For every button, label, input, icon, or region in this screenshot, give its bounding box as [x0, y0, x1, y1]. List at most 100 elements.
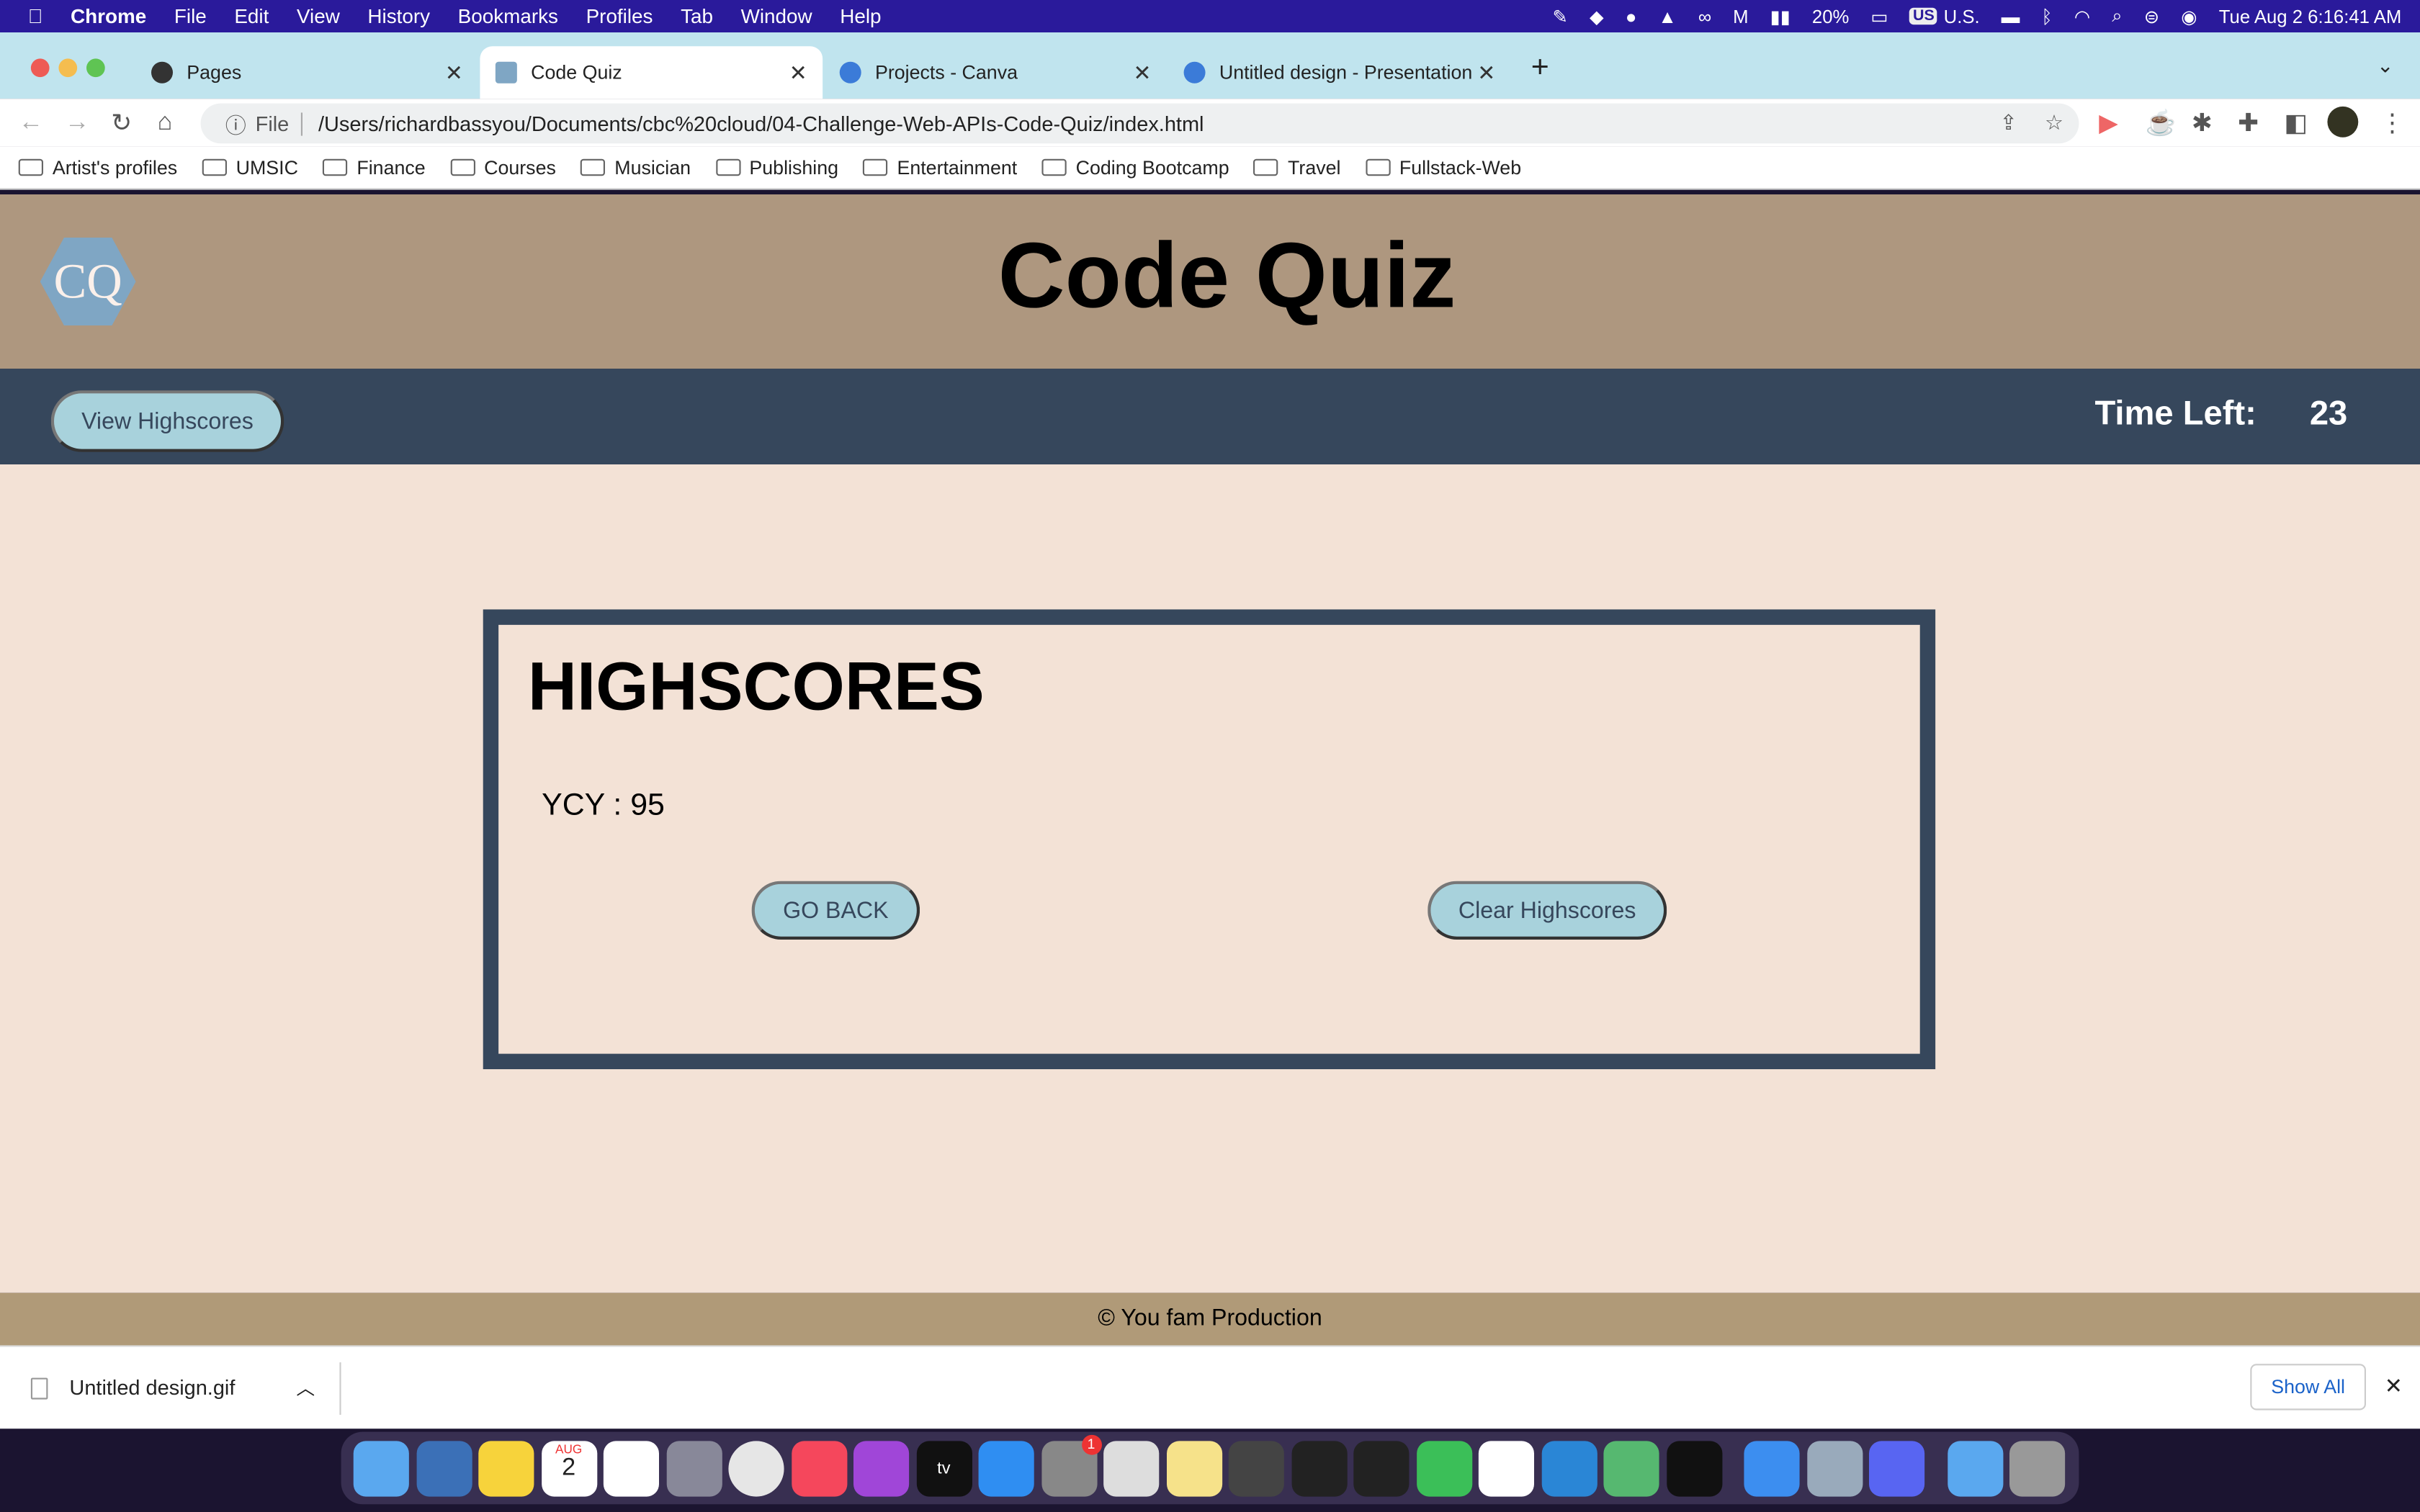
- menu-view[interactable]: View: [297, 4, 340, 27]
- address-bar[interactable]: ⓘ File /Users/richardbassyou/Documents/c…: [200, 103, 2079, 144]
- safari-icon[interactable]: [1744, 1440, 1800, 1496]
- close-tab-icon[interactable]: ✕: [789, 60, 807, 86]
- info-icon[interactable]: ⓘ: [225, 108, 246, 139]
- tab-untitled-design[interactable]: Untitled design - Presentation ✕: [1168, 46, 1511, 99]
- terminal-icon[interactable]: [1666, 1440, 1722, 1496]
- minimize-window-button[interactable]: [58, 58, 78, 78]
- close-tab-icon[interactable]: ✕: [1477, 60, 1495, 86]
- siri-icon[interactable]: ◉: [2181, 6, 2197, 27]
- menu-profiles[interactable]: Profiles: [586, 4, 653, 27]
- profile-avatar[interactable]: [2327, 106, 2359, 138]
- native-instruments-icon[interactable]: [416, 1440, 472, 1496]
- zoom-window-button[interactable]: [86, 58, 105, 78]
- calendar-icon[interactable]: AUG 2: [541, 1440, 597, 1496]
- bookmark-folder[interactable]: Publishing: [715, 157, 838, 178]
- vscode-icon[interactable]: [1541, 1440, 1597, 1496]
- wifi-icon[interactable]: ◠: [2074, 6, 2090, 27]
- ua-console-icon[interactable]: [1291, 1440, 1347, 1496]
- notes-icon[interactable]: [1165, 1440, 1222, 1496]
- extension-icon[interactable]: ☕: [2146, 107, 2177, 138]
- kakaotalk-icon[interactable]: [478, 1440, 534, 1496]
- app-store-icon[interactable]: [978, 1440, 1034, 1496]
- status-icon[interactable]: ✎: [1552, 6, 1568, 27]
- bookmark-folder[interactable]: UMSIC: [202, 157, 298, 178]
- download-options-chevron-icon[interactable]: ︿: [296, 1374, 315, 1400]
- music-icon[interactable]: [791, 1440, 847, 1496]
- download-filename[interactable]: Untitled design.gif: [69, 1376, 235, 1399]
- bookmark-folder[interactable]: Travel: [1253, 157, 1340, 178]
- mk-icon[interactable]: ●: [1626, 6, 1637, 27]
- tab-canva-projects[interactable]: Projects - Canva ✕: [824, 46, 1167, 99]
- bookmark-folder[interactable]: Coding Bootcamp: [1041, 157, 1229, 178]
- menu-app-chrome[interactable]: Chrome: [71, 4, 146, 27]
- blocked-app-icon[interactable]: [1103, 1440, 1160, 1496]
- facetime-icon[interactable]: [1416, 1440, 1472, 1496]
- bookmark-star-icon[interactable]: ☆: [2045, 111, 2063, 135]
- new-tab-button[interactable]: +: [1531, 51, 1549, 86]
- menu-edit[interactable]: Edit: [234, 4, 269, 27]
- puzzle-icon[interactable]: ✚: [2238, 107, 2259, 138]
- bookmark-folder[interactable]: Musician: [581, 157, 691, 178]
- ua-icon[interactable]: ◆: [1590, 6, 1604, 27]
- clock[interactable]: Tue Aug 2 6:16:41 AM: [2219, 6, 2402, 27]
- chrome-icon[interactable]: [728, 1440, 784, 1496]
- go-back-button[interactable]: GO BACK: [751, 881, 920, 940]
- close-shelf-icon[interactable]: ✕: [2385, 1373, 2403, 1399]
- music-notation-icon[interactable]: [1228, 1440, 1284, 1496]
- bookmark-folder[interactable]: Finance: [323, 157, 426, 178]
- reminders-icon[interactable]: [603, 1440, 659, 1496]
- finder-icon[interactable]: [353, 1440, 409, 1496]
- close-tab-icon[interactable]: ✕: [1133, 60, 1151, 86]
- malwarebytes-icon[interactable]: M: [1733, 6, 1748, 27]
- side-panel-icon[interactable]: ◧: [2284, 107, 2307, 138]
- battery-percent[interactable]: 20%: [1812, 6, 1849, 27]
- bookmark-folder[interactable]: Artist's profiles: [18, 157, 177, 178]
- search-icon[interactable]: ⌕: [2112, 4, 2122, 27]
- extension-icon[interactable]: ▶: [2099, 107, 2118, 138]
- downloads-folder-icon[interactable]: [1947, 1440, 2003, 1496]
- share-icon[interactable]: ⇪: [1999, 111, 2017, 135]
- back-icon[interactable]: ←: [19, 109, 43, 137]
- menu-file[interactable]: File: [174, 4, 207, 27]
- apple-icon[interactable]: : [28, 4, 43, 27]
- tab-code-quiz[interactable]: Code Quiz ✕: [480, 46, 823, 99]
- url-text[interactable]: /Users/richardbassyou/Documents/cbc%20cl…: [318, 112, 1204, 135]
- atom-icon[interactable]: [1603, 1440, 1659, 1496]
- ua-connect-icon[interactable]: [1353, 1440, 1410, 1496]
- extension-icon[interactable]: ✱: [2192, 107, 2213, 138]
- battery-icon[interactable]: ▭: [1870, 6, 1888, 27]
- discord-icon[interactable]: [1869, 1440, 1925, 1496]
- tab-pages[interactable]: Pages ✕: [136, 46, 479, 99]
- podcasts-icon[interactable]: [853, 1440, 910, 1496]
- trash-icon[interactable]: [2009, 1440, 2066, 1496]
- dvd-player-icon[interactable]: [666, 1440, 722, 1496]
- apple-tv-icon[interactable]: tv: [915, 1440, 972, 1496]
- slack-icon[interactable]: [1478, 1440, 1534, 1496]
- bookmark-folder[interactable]: Entertainment: [863, 157, 1017, 178]
- forward-icon[interactable]: →: [65, 109, 89, 137]
- menu-history[interactable]: History: [367, 4, 430, 27]
- clear-highscores-button[interactable]: Clear Highscores: [1428, 881, 1667, 940]
- preview-icon[interactable]: [1806, 1440, 1863, 1496]
- layout-icon[interactable]: ▮▮: [1770, 6, 1791, 27]
- menu-kebab-icon[interactable]: ⋮: [2380, 107, 2404, 138]
- reload-icon[interactable]: ↻: [111, 107, 132, 138]
- close-tab-icon[interactable]: ✕: [445, 60, 463, 86]
- show-all-button[interactable]: Show All: [2250, 1364, 2366, 1410]
- close-window-button[interactable]: [30, 58, 50, 78]
- home-icon[interactable]: ⌂: [158, 109, 173, 137]
- menu-bookmarks[interactable]: Bookmarks: [458, 4, 558, 27]
- input-badge[interactable]: US: [1909, 7, 1938, 25]
- bluetooth-icon[interactable]: ᛒ: [2041, 6, 2052, 27]
- input-source[interactable]: U.S.: [1944, 6, 1980, 27]
- tab-search-chevron-icon[interactable]: ⌄: [2377, 54, 2393, 78]
- menu-window[interactable]: Window: [741, 4, 812, 27]
- control-center-icon[interactable]: ⊜: [2144, 6, 2160, 27]
- view-highscores-button[interactable]: View Highscores: [50, 390, 284, 452]
- triangle-app-icon[interactable]: ▲: [1658, 6, 1676, 27]
- system-preferences-icon[interactable]: 1: [1041, 1434, 1101, 1496]
- menu-tab[interactable]: Tab: [681, 4, 713, 27]
- bed-icon[interactable]: ▬: [2002, 6, 2020, 27]
- creative-cloud-icon[interactable]: ∞: [1698, 6, 1711, 27]
- bookmark-folder[interactable]: Fullstack-Web: [1365, 157, 1521, 178]
